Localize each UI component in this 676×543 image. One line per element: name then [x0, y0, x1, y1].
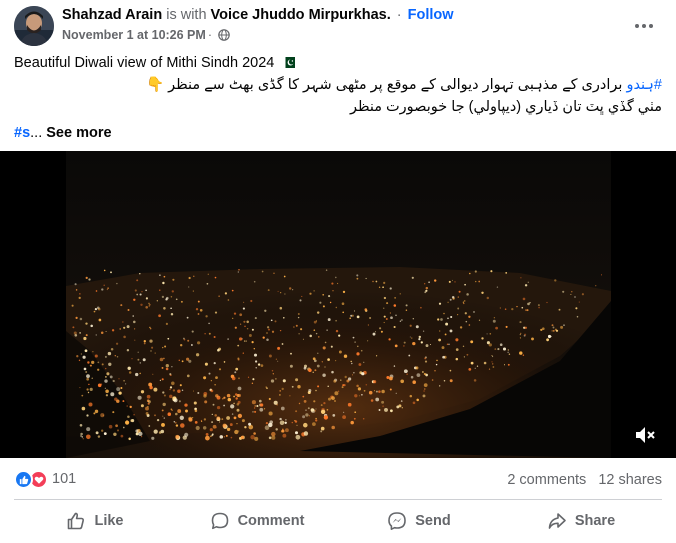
see-more-button[interactable]: See more: [46, 125, 111, 141]
see-more-line: #s... See more: [14, 122, 662, 144]
caption-urdu-text: برادری کے مذہبی تہوار دیوالی کے موقع پر …: [168, 77, 623, 93]
header-line: Shahzad Arain is with Voice Jhuddo Mirpu…: [62, 7, 622, 23]
more-options-icon[interactable]: [626, 8, 662, 44]
follow-button[interactable]: Follow: [408, 7, 454, 23]
like-reaction-icon: [14, 470, 33, 489]
divider: [14, 499, 662, 500]
share-icon: [548, 513, 566, 529]
comment-label: Comment: [237, 513, 305, 529]
caption-sindhi-text: مٺي گڏي ڀٽ تان ڏياري (ديپاولي) جا خوبصور…: [349, 99, 662, 115]
reactions-summary[interactable]: 101: [14, 470, 76, 489]
post-meta: November 1 at 10:26 PM ·: [62, 28, 622, 42]
tagged-page-name[interactable]: Voice Jhuddo Mirpurkhas.: [211, 7, 391, 23]
action-bar: Like Comment Send Share: [14, 502, 662, 540]
meta-separator: ·: [207, 28, 212, 42]
share-button[interactable]: Share: [500, 502, 662, 540]
comment-icon: [211, 512, 228, 530]
video-player[interactable]: [0, 151, 676, 458]
engagement-stats: 101 2 comments 12 shares: [14, 466, 662, 494]
with-text: is with: [166, 7, 207, 23]
facebook-post: Shahzad Arain is with Voice Jhuddo Mirpu…: [0, 0, 676, 543]
caption-english-text: Beautiful Diwali view of Mithi Sindh 202…: [14, 55, 275, 71]
thumbs-up-icon: [68, 512, 85, 530]
messenger-icon: [388, 512, 407, 530]
comments-count[interactable]: 2 comments: [507, 472, 586, 488]
globe-icon[interactable]: [218, 29, 230, 41]
send-button[interactable]: Send: [338, 502, 500, 540]
like-button[interactable]: Like: [14, 502, 176, 540]
truncated-hashtag-link[interactable]: #s: [14, 125, 30, 141]
pointing-down-emoji: 👇: [146, 77, 165, 93]
header-text: Shahzad Arain is with Voice Jhuddo Mirpu…: [62, 7, 622, 42]
post-header: Shahzad Arain is with Voice Jhuddo Mirpu…: [14, 6, 662, 46]
caption-english: Beautiful Diwali view of Mithi Sindh 202…: [14, 52, 662, 74]
like-label: Like: [94, 513, 124, 529]
reaction-count: 101: [52, 471, 77, 487]
caption-urdu: #ہندو برادری کے مذہبی تہوار دیوالی کے مو…: [14, 74, 662, 96]
post-caption: Beautiful Diwali view of Mithi Sindh 202…: [14, 52, 662, 144]
avatar[interactable]: [14, 6, 54, 46]
video-frame: [0, 151, 676, 458]
caption-sindhi: مٺي گڏي ڀٽ تان ڏياري (ديپاولي) جا خوبصور…: [14, 96, 662, 118]
dot-separator: ·: [396, 7, 402, 23]
post-timestamp[interactable]: November 1 at 10:26 PM: [62, 28, 206, 42]
urdu-hashtag-link[interactable]: #ہندو: [626, 77, 662, 93]
pakistan-flag-icon: [282, 53, 296, 68]
ellipsis: ...: [30, 125, 43, 141]
volume-muted-icon[interactable]: [632, 422, 658, 448]
send-label: Send: [415, 513, 451, 529]
comment-button[interactable]: Comment: [176, 502, 338, 540]
comment-share-counts: 2 comments 12 shares: [507, 471, 662, 489]
shares-count[interactable]: 12 shares: [598, 472, 662, 488]
author-name[interactable]: Shahzad Arain: [62, 7, 162, 23]
share-label: Share: [574, 513, 616, 529]
